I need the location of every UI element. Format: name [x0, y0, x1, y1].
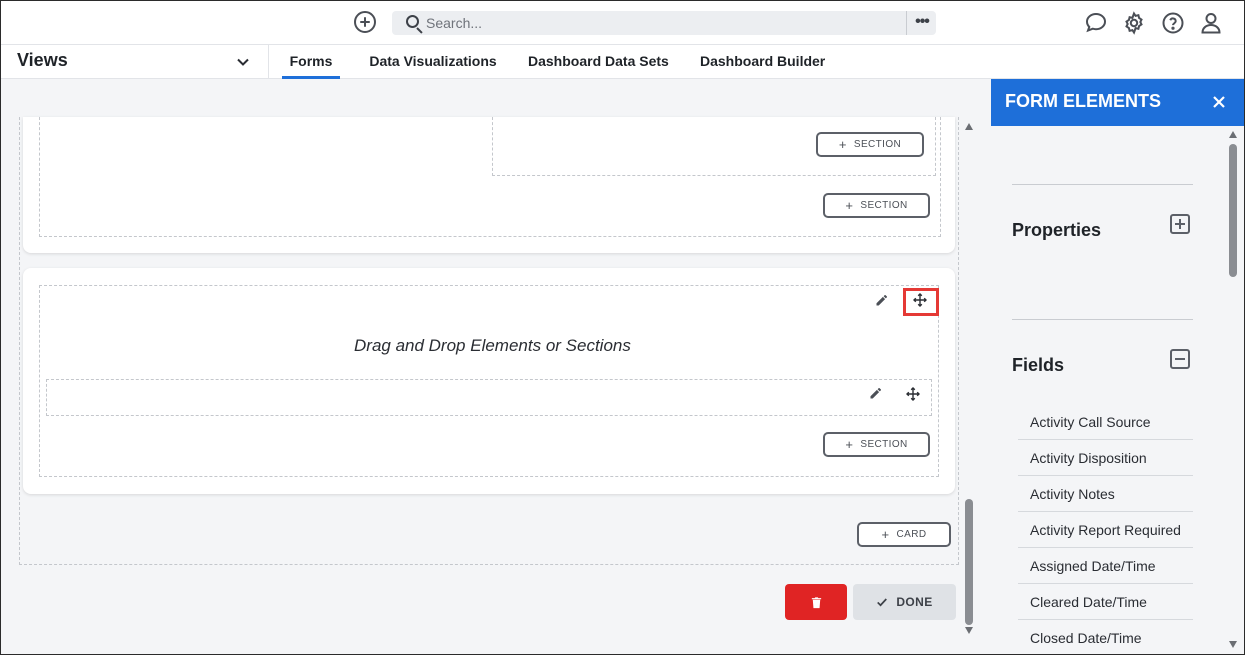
properties-heading[interactable]: Properties [1012, 220, 1101, 241]
panel-scrollbar[interactable] [1227, 129, 1239, 649]
plus-icon: + [838, 137, 847, 152]
search-input[interactable] [426, 13, 886, 33]
done-button[interactable]: DONE [853, 584, 956, 620]
drop-hint: Drag and Drop Elements or Sections [354, 336, 631, 355]
add-section-button[interactable]: + SECTION [823, 432, 930, 457]
top-bar: ••• [0, 0, 1245, 45]
chat-icon[interactable] [1084, 11, 1108, 35]
search-divider [906, 11, 907, 35]
plus-icon: + [881, 527, 890, 542]
expand-icon[interactable] [1170, 214, 1190, 234]
done-label: DONE [896, 595, 933, 609]
panel-divider [1012, 184, 1193, 185]
add-section-button[interactable]: + SECTION [823, 193, 930, 218]
delete-button[interactable] [785, 584, 847, 620]
scroll-down-arrow-icon[interactable] [1229, 641, 1237, 648]
scroll-up-arrow-icon[interactable] [965, 123, 973, 130]
scroll-down-arrow-icon[interactable] [965, 627, 973, 634]
field-item[interactable]: Activity Notes [1018, 476, 1193, 512]
field-item[interactable]: Closed Date/Time [1018, 620, 1193, 655]
chevron-down-icon[interactable] [236, 55, 250, 69]
search-icon [406, 15, 419, 28]
form-card-top: + SECTION + SECTION [23, 117, 955, 253]
collapse-icon[interactable] [1170, 349, 1190, 369]
trash-icon [811, 596, 821, 608]
field-item[interactable]: Activity Call Source [1018, 404, 1193, 440]
search-bar[interactable]: ••• [392, 11, 936, 35]
views-bar: Views Forms Data Visualizations Dashboar… [0, 45, 1245, 79]
fields-heading[interactable]: Fields [1012, 355, 1064, 376]
section-drop-zone [46, 379, 932, 416]
canvas-scrollbar[interactable] [962, 119, 976, 639]
field-item[interactable]: Cleared Date/Time [1018, 584, 1193, 620]
views-title[interactable]: Views [17, 50, 68, 71]
scroll-thumb[interactable] [965, 499, 973, 625]
form-card: Drag and Drop Elements or Sections + SEC… [23, 268, 955, 494]
settings-icon[interactable] [1122, 11, 1146, 35]
add-section-label: SECTION [860, 200, 908, 211]
tab-dashboard-data-sets[interactable]: Dashboard Data Sets [528, 45, 669, 79]
user-icon[interactable] [1199, 11, 1223, 35]
edit-icon[interactable] [869, 386, 883, 400]
close-icon[interactable] [1211, 94, 1227, 110]
fields-list: Activity Call Source Activity Dispositio… [1018, 404, 1193, 655]
edit-icon[interactable] [875, 293, 889, 307]
tab-dashboard-builder[interactable]: Dashboard Builder [700, 45, 825, 79]
panel-divider [1012, 319, 1193, 320]
field-item[interactable]: Assigned Date/Time [1018, 548, 1193, 584]
help-icon[interactable] [1161, 11, 1185, 35]
panel-title: FORM ELEMENTS [1005, 91, 1161, 111]
add-icon[interactable] [354, 11, 376, 33]
plus-icon: + [845, 437, 854, 452]
tab-forms[interactable]: Forms [282, 45, 340, 79]
field-item[interactable]: Activity Disposition [1018, 440, 1193, 476]
add-section-button[interactable]: + SECTION [816, 132, 924, 157]
tab-data-visualizations[interactable]: Data Visualizations [368, 45, 498, 79]
more-options-icon[interactable]: ••• [908, 11, 936, 35]
add-card-button[interactable]: + CARD [857, 522, 951, 547]
form-canvas: + SECTION + SECTION Drag and Drop Elemen… [1, 79, 991, 654]
views-divider [268, 45, 269, 79]
scroll-thumb[interactable] [1229, 144, 1237, 277]
scroll-up-arrow-icon[interactable] [1229, 131, 1237, 138]
add-card-label: CARD [896, 529, 927, 540]
add-section-label: SECTION [860, 439, 908, 450]
check-icon [877, 598, 888, 607]
plus-icon: + [845, 198, 854, 213]
add-section-label: SECTION [853, 139, 902, 150]
field-item[interactable]: Activity Report Required [1018, 512, 1193, 548]
move-icon[interactable] [906, 387, 920, 401]
form-elements-panel: FORM ELEMENTS Properties Fields Activity… [991, 79, 1244, 654]
panel-header: FORM ELEMENTS [991, 79, 1244, 126]
move-icon-highlight [903, 288, 939, 316]
